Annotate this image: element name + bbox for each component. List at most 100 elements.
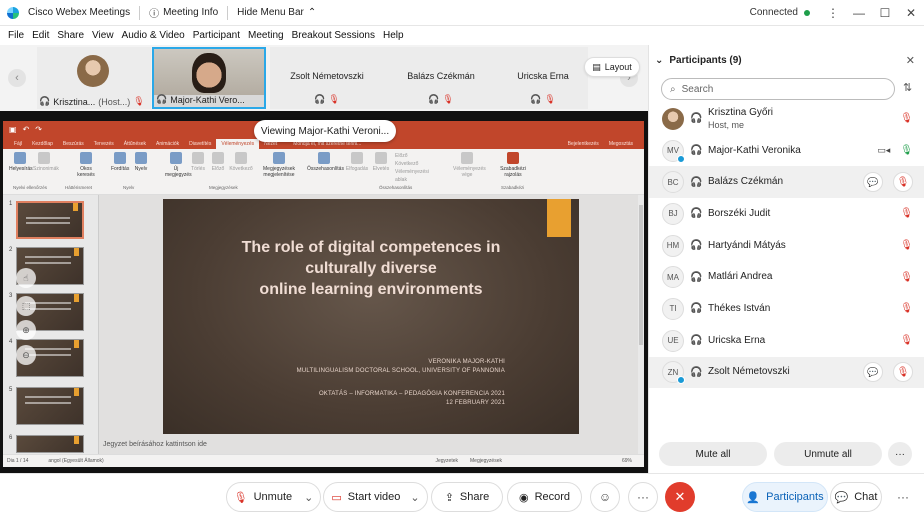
muted-mic-icon[interactable]: 🎙 (893, 172, 913, 193)
video-tile-krisztina[interactable]: 🎧 Krisztina... (Host...) 🎙 (37, 47, 151, 109)
participant-row[interactable]: UE 🎧 Uricska Erna 🎙 (649, 325, 924, 357)
slide-scrollbar[interactable] (638, 195, 644, 454)
muted-mic-icon[interactable]: 🎙 (900, 303, 913, 314)
participant-row[interactable]: TI 🎧 Thékes István 🎙 (649, 293, 924, 325)
maximize-icon[interactable]: ☐ (872, 0, 898, 26)
participants-button[interactable]: 👤 Participants (742, 482, 828, 512)
more-icon[interactable]: ⋮ (820, 0, 846, 26)
menu-help[interactable]: Help (379, 30, 408, 41)
unmute-button[interactable]: 🎙 Unmute ⌄ (226, 482, 321, 512)
meeting-info-button[interactable]: ⓘ Meeting Info (140, 0, 227, 26)
participant-row[interactable]: 🎧 Krisztina Győri Host, me 🎙 (649, 103, 924, 135)
muted-mic-icon[interactable]: 🎙 (900, 208, 913, 219)
ribbon-group: Összehasonlítás (379, 185, 413, 190)
menu-edit[interactable]: Edit (28, 30, 53, 41)
leave-meeting-icon[interactable]: ✕ (665, 482, 695, 512)
menu-file[interactable]: File (4, 30, 28, 41)
share-button[interactable]: ⇪ Share (431, 482, 503, 512)
zoom-level: 69% (621, 458, 632, 464)
ribbon-group: Szabadkézi (501, 185, 525, 190)
record-button[interactable]: ◉ Record (507, 482, 582, 512)
video-tile-uricska[interactable]: Uricska Erna 🎧 🎙 (498, 47, 588, 109)
slide-title-line: The role of digital competences in (241, 239, 501, 256)
avatar (77, 55, 109, 87)
ribbon-translate: Fordítás (111, 152, 129, 172)
menu-participant[interactable]: Participant (189, 30, 244, 41)
menu-breakout-sessions[interactable]: Breakout Sessions (288, 30, 379, 41)
layout-button[interactable]: ▤ Layout (584, 57, 640, 77)
ribbon-thesaurus: Szinonimák (33, 152, 59, 172)
annotate-icon[interactable]: ⬚ (16, 296, 36, 316)
participants-icon: 👤 (746, 491, 761, 504)
zoom-out-icon[interactable]: ⊖ (16, 345, 36, 365)
search-placeholder: Search (681, 83, 714, 95)
close-icon[interactable]: ✕ (906, 54, 915, 67)
chevron-up-icon: ⌃ (307, 7, 317, 18)
muted-mic-icon[interactable]: 🎙 (900, 113, 913, 124)
muted-mic-icon[interactable]: 🎙 (900, 335, 913, 346)
participant-row[interactable]: BC 🎧 Balázs Czékmán 💬 🎙 (649, 166, 924, 199)
language-icon (135, 152, 147, 164)
participant-row[interactable]: MA 🎧 Matlári Andrea 🎙 (649, 261, 924, 293)
chevron-left-icon[interactable]: ‹ (8, 69, 26, 87)
ribbon-show-comments: Megjegyzések megjelenítése (259, 152, 299, 178)
menu-audio-video[interactable]: Audio & Video (118, 30, 189, 41)
slide-title-line: culturally diverse (305, 260, 437, 277)
more-options-icon[interactable]: ··· (888, 442, 912, 466)
ribbon-previous: Előző (209, 152, 227, 172)
chat-button[interactable]: 💬 Chat (830, 482, 882, 512)
ribbon-group: Háttérismeret (65, 185, 93, 190)
participant-row[interactable]: HM 🎧 Hartyándi Mátyás 🎙 (649, 230, 924, 262)
mic-icon[interactable]: 🎙 (900, 145, 913, 156)
reactions-icon[interactable]: ☺ (590, 482, 620, 512)
chevron-down-icon[interactable]: ⌄ (655, 55, 663, 66)
more-icon[interactable]: ··· (628, 482, 658, 512)
ppt-tab: Tervezés (93, 141, 114, 147)
chat-bubble-icon[interactable]: 💬 (863, 172, 883, 193)
start-video-button[interactable]: ▭ Start video ⌄ (323, 482, 428, 512)
close-icon[interactable]: ✕ (898, 0, 924, 26)
audio-icon: 🎧 (39, 96, 51, 106)
thumb-number: 5 (9, 387, 13, 393)
ppt-ribbon: Helyesírás Szinonimák Okos keresés Fordí… (3, 149, 644, 195)
tile-caption: 🎧 🎙 (270, 94, 384, 105)
minimize-icon[interactable]: — (846, 0, 872, 26)
more-icon[interactable]: ··· (888, 482, 918, 512)
muted-mic-icon[interactable]: 🎙 (900, 240, 913, 251)
pointer-tool-icon[interactable]: ☝ (16, 268, 36, 288)
muted-mic-icon[interactable]: 🎙 (900, 272, 913, 283)
ribbon-reject: Elvetés (371, 152, 391, 172)
compare-icon (318, 152, 330, 164)
face (192, 53, 226, 93)
sort-icon[interactable]: ⇅ (903, 81, 912, 94)
zoom-in-icon[interactable]: ⊕ (16, 320, 36, 340)
thesaurus-icon (38, 152, 50, 164)
participant-row[interactable]: ZN 🎧 Zsolt Németovszki 💬 🎙 (649, 356, 924, 389)
scrollbar-thumb[interactable] (639, 205, 643, 345)
ribbon-label: Fordítás (111, 166, 130, 172)
chat-bubble-icon[interactable]: 💬 (863, 362, 883, 383)
chevron-down-icon[interactable]: ⌄ (410, 491, 419, 504)
ribbon-label: Szinonimák (33, 166, 59, 172)
search-input[interactable]: ⌕ Search (661, 78, 895, 100)
menu-meeting[interactable]: Meeting (244, 30, 288, 41)
avatar: ZN (662, 361, 685, 385)
video-tile-balazs[interactable]: Balázs Czékmán 🎧 🎙 (384, 47, 498, 109)
hide-menu-bar-button[interactable]: Hide Menu Bar ⌃ (228, 0, 325, 26)
menu-share[interactable]: Share (53, 30, 88, 41)
chevron-down-icon[interactable]: ⌄ (304, 491, 313, 504)
thumb-number: 3 (9, 293, 13, 299)
avatar: BC (662, 171, 684, 194)
participant-row[interactable]: BJ 🎧 Borszéki Judit 🎙 (649, 198, 924, 230)
unmute-all-button[interactable]: Unmute all (774, 442, 882, 466)
audio-icon: 🎧 (314, 94, 326, 104)
menu-view[interactable]: View (88, 30, 118, 41)
video-tile-major-kathi[interactable]: 🎧 Major-Kathi Vero... (152, 47, 266, 109)
name-text: Krisztina Győri (708, 106, 774, 118)
participant-row[interactable]: MV 🎧 Major-Kathi Veronika ▭◂ 🎙 (649, 135, 924, 167)
ribbon-label: Megjegyzések megjelenítése (263, 166, 295, 178)
mute-all-button[interactable]: Mute all (659, 442, 767, 466)
muted-mic-icon[interactable]: 🎙 (893, 362, 913, 383)
video-tile-zsolt[interactable]: Zsolt Németovszki 🎧 🎙 (270, 47, 384, 109)
ribbon-smart-lookup: Okos keresés (77, 152, 95, 178)
